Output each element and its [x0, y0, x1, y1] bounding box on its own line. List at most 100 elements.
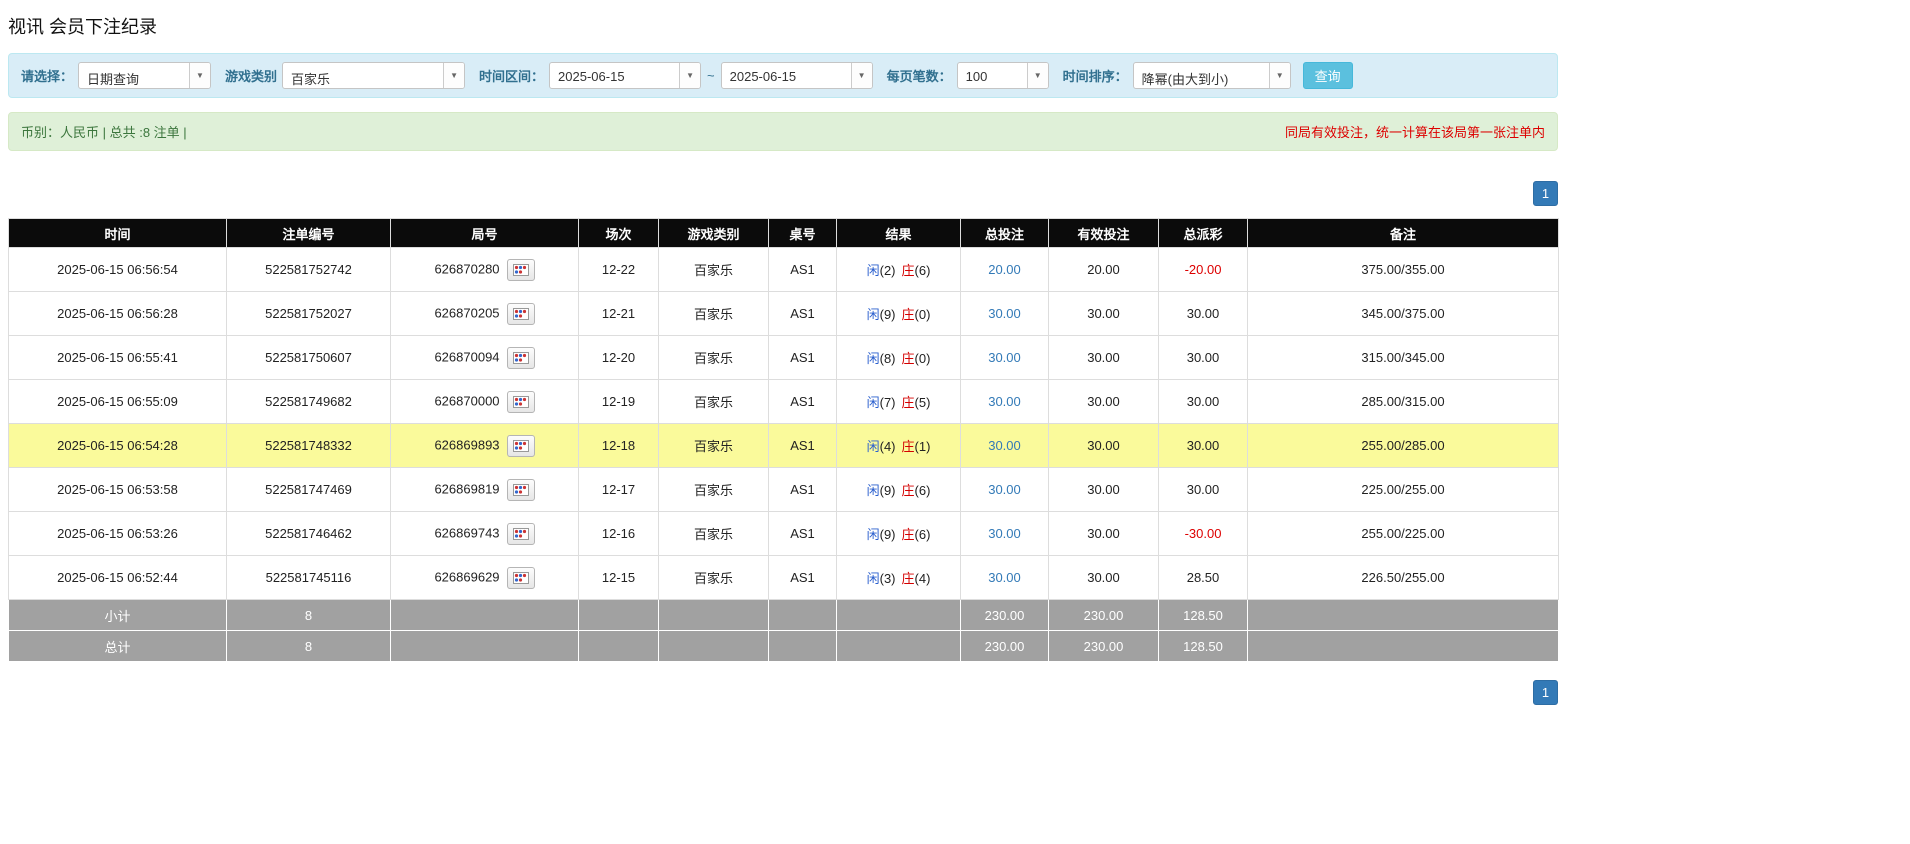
sort-order-select[interactable]: 降幂(由大到小) ▼: [1133, 62, 1291, 89]
payout-cell: 28.50: [1159, 556, 1248, 600]
date-from-input[interactable]: 2025-06-15 ▼: [549, 62, 701, 89]
query-type-value: 日期查询: [79, 63, 189, 88]
round-detail-button[interactable]: [507, 259, 535, 281]
note-cell: 345.00/375.00: [1248, 292, 1559, 336]
table-row: 2025-06-15 06:52:44522581745116626869629…: [9, 556, 1559, 600]
summary-total-bet: 230.00: [961, 631, 1049, 662]
banker-result-points: (6): [915, 263, 931, 278]
player-result-label: 闲: [867, 307, 880, 322]
banker-result-label: 庄: [902, 571, 915, 586]
banker-result-points: (6): [915, 483, 931, 498]
total-bet-cell: 20.00: [961, 248, 1049, 292]
note-cell: 375.00/355.00: [1248, 248, 1559, 292]
column-header: 时间: [9, 219, 227, 248]
valid-bet-cell: 30.00: [1049, 336, 1159, 380]
page-button[interactable]: 1: [1533, 680, 1558, 705]
search-button[interactable]: 查询: [1303, 62, 1353, 89]
round-number: 626870000: [434, 393, 499, 408]
game-type-select[interactable]: 百家乐 ▼: [282, 62, 465, 89]
date-range-separator: ~: [707, 68, 715, 83]
chevron-down-icon[interactable]: ▼: [189, 63, 210, 88]
total-bet-link[interactable]: 30.00: [988, 570, 1021, 585]
total-bet-link[interactable]: 30.00: [988, 350, 1021, 365]
session-cell: 12-16: [579, 512, 659, 556]
game-type-cell: 百家乐: [659, 556, 769, 600]
time-cell: 2025-06-15 06:53:58: [9, 468, 227, 512]
result-cell: 闲(2)庄(6): [837, 248, 961, 292]
chevron-down-icon[interactable]: ▼: [679, 63, 700, 88]
chevron-down-icon[interactable]: ▼: [851, 63, 872, 88]
date-from-value: 2025-06-15: [550, 63, 679, 88]
banker-result-points: (5): [915, 395, 931, 410]
banker-result-label: 庄: [902, 483, 915, 498]
table-no-cell: AS1: [769, 380, 837, 424]
table-row: 2025-06-15 06:55:41522581750607626870094…: [9, 336, 1559, 380]
total-bet-link[interactable]: 30.00: [988, 394, 1021, 409]
round-cell: 626869629: [391, 556, 579, 600]
table-no-cell: AS1: [769, 336, 837, 380]
total-bet-link[interactable]: 30.00: [988, 482, 1021, 497]
page-size-select[interactable]: 100 ▼: [957, 62, 1049, 89]
round-cell: 626869743: [391, 512, 579, 556]
payout-cell: 30.00: [1159, 468, 1248, 512]
valid-bet-cell: 30.00: [1049, 468, 1159, 512]
total-bet-link[interactable]: 30.00: [988, 306, 1021, 321]
time-cell: 2025-06-15 06:56:28: [9, 292, 227, 336]
summary-empty-cell: [579, 600, 659, 631]
payout-cell: 30.00: [1159, 424, 1248, 468]
game-type-cell: 百家乐: [659, 512, 769, 556]
total-bet-link[interactable]: 20.00: [988, 262, 1021, 277]
summary-valid-bet: 230.00: [1049, 600, 1159, 631]
bet-id-cell: 522581745116: [227, 556, 391, 600]
payout-cell: -20.00: [1159, 248, 1248, 292]
note-cell: 225.00/255.00: [1248, 468, 1559, 512]
result-cell: 闲(8)庄(0): [837, 336, 961, 380]
summary-empty-cell: [659, 631, 769, 662]
valid-bet-cell: 20.00: [1049, 248, 1159, 292]
time-cell: 2025-06-15 06:56:54: [9, 248, 227, 292]
round-detail-button[interactable]: [507, 479, 535, 501]
round-detail-button[interactable]: [507, 567, 535, 589]
summary-count: 8: [227, 600, 391, 631]
time-cell: 2025-06-15 06:54:28: [9, 424, 227, 468]
round-detail-button[interactable]: [507, 523, 535, 545]
round-detail-button[interactable]: [507, 347, 535, 369]
round-detail-button[interactable]: [507, 435, 535, 457]
round-detail-button[interactable]: [507, 303, 535, 325]
summary-valid-bet: 230.00: [1049, 631, 1159, 662]
round-cell: 626870280: [391, 248, 579, 292]
total-bet-link[interactable]: 30.00: [988, 438, 1021, 453]
valid-bet-cell: 30.00: [1049, 512, 1159, 556]
time-cell: 2025-06-15 06:55:09: [9, 380, 227, 424]
round-cell: 626870094: [391, 336, 579, 380]
round-cell: 626870205: [391, 292, 579, 336]
column-header: 总投注: [961, 219, 1049, 248]
summary-empty-cell: [837, 600, 961, 631]
banker-result-label: 庄: [902, 307, 915, 322]
time-cell: 2025-06-15 06:55:41: [9, 336, 227, 380]
summary-total-bet: 230.00: [961, 600, 1049, 631]
valid-bet-cell: 30.00: [1049, 292, 1159, 336]
total-bet-cell: 30.00: [961, 292, 1049, 336]
roadmap-icon: [513, 440, 529, 452]
game-type-label: 游戏类别: [225, 66, 277, 85]
chevron-down-icon[interactable]: ▼: [1027, 63, 1048, 88]
banker-result-label: 庄: [902, 263, 915, 278]
chevron-down-icon[interactable]: ▼: [1269, 63, 1290, 88]
chevron-down-icon[interactable]: ▼: [443, 63, 464, 88]
summary-label: 小计: [9, 600, 227, 631]
query-type-select[interactable]: 日期查询 ▼: [78, 62, 211, 89]
date-to-input[interactable]: 2025-06-15 ▼: [721, 62, 873, 89]
round-number: 626869743: [434, 525, 499, 540]
total-bet-cell: 30.00: [961, 512, 1049, 556]
round-cell: 626870000: [391, 380, 579, 424]
summary-empty-cell: [837, 631, 961, 662]
pagination-bottom: 1: [8, 680, 1558, 705]
page-button[interactable]: 1: [1533, 181, 1558, 206]
filter-bar: 请选择： 日期查询 ▼ 游戏类别 百家乐 ▼ 时间区间： 2025-06-15 …: [8, 53, 1558, 98]
result-cell: 闲(7)庄(5): [837, 380, 961, 424]
pagination-top: 1: [8, 181, 1558, 206]
total-bet-link[interactable]: 30.00: [988, 526, 1021, 541]
round-detail-button[interactable]: [507, 391, 535, 413]
table-footer: 小计8230.00230.00128.50总计8230.00230.00128.…: [9, 600, 1559, 662]
